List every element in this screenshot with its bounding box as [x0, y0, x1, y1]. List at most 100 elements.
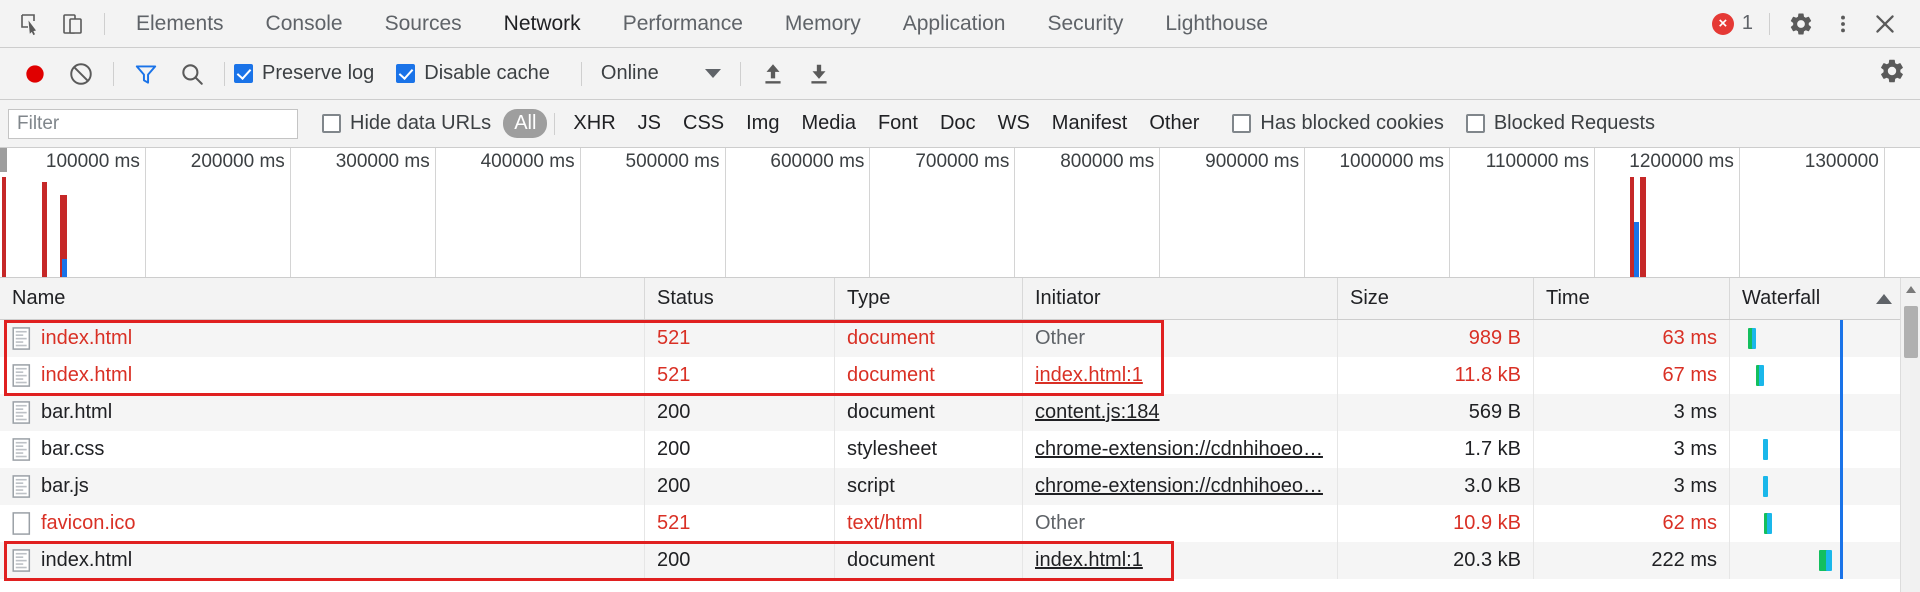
cell-type-label: stylesheet [847, 438, 938, 460]
sort-ascending-icon[interactable] [1876, 293, 1892, 304]
cell-size: 569 B [1338, 394, 1534, 431]
hide-data-urls-label: Hide data URLs [350, 112, 492, 134]
type-filter-js[interactable]: JS [627, 109, 672, 138]
filter-funnel-icon[interactable] [123, 54, 169, 94]
vertical-scrollbar[interactable] [1900, 278, 1920, 592]
tab-network[interactable]: Network [483, 0, 602, 47]
waterfall-event-line [1840, 468, 1843, 505]
table-row[interactable]: index.html 521 document Other 989 B 63 ms [0, 320, 1920, 357]
column-header-initiator[interactable]: Initiator [1023, 278, 1338, 319]
preserve-log-checkbox[interactable]: Preserve log [234, 62, 374, 85]
table-row[interactable]: index.html 521 document index.html:1 11.8 kB… [0, 357, 1920, 394]
cell-name[interactable]: bar.css [0, 431, 645, 468]
cell-waterfall[interactable] [1730, 357, 1920, 394]
cell-waterfall[interactable] [1730, 542, 1920, 579]
clear-icon[interactable] [58, 54, 104, 94]
type-filter-other[interactable]: Other [1138, 109, 1210, 138]
type-filter-media[interactable]: Media [790, 109, 866, 138]
column-header-status[interactable]: Status [645, 278, 835, 319]
type-filter-ws[interactable]: WS [987, 109, 1041, 138]
network-settings-gear-icon[interactable] [1878, 57, 1920, 90]
table-row[interactable]: bar.css 200 stylesheet chrome-extension://c… [0, 431, 1920, 468]
tab-sources[interactable]: Sources [364, 0, 483, 47]
cell-time: 62 ms [1534, 505, 1730, 542]
cell-name[interactable]: favicon.ico [0, 505, 645, 542]
blocked-requests-checkbox[interactable]: Blocked Requests [1465, 112, 1656, 135]
cursor-select-icon[interactable] [10, 4, 52, 44]
cell-waterfall[interactable] [1730, 505, 1920, 542]
type-filter-font[interactable]: Font [867, 109, 929, 138]
table-row[interactable]: index.html 200 document index.html:1 20.3 kB… [0, 542, 1920, 579]
cell-name[interactable]: bar.js [0, 468, 645, 505]
document-file-icon [12, 364, 31, 387]
cell-type-label: document [847, 327, 935, 349]
column-header-time[interactable]: Time [1534, 278, 1730, 319]
cell-waterfall[interactable] [1730, 394, 1920, 431]
hide-data-urls-checkbox[interactable]: Hide data URLs [322, 112, 491, 135]
request-name-label: bar.js [41, 475, 89, 497]
cell-name[interactable]: index.html [0, 357, 645, 394]
type-filter-all[interactable]: All [503, 109, 548, 138]
cell-size-label: 1.7 kB [1464, 438, 1521, 460]
tab-elements[interactable]: Elements [115, 0, 245, 47]
export-har-icon[interactable] [796, 54, 842, 94]
tab-performance[interactable]: Performance [602, 0, 764, 47]
has-blocked-cookies-checkbox[interactable]: Has blocked cookies [1232, 112, 1444, 135]
cell-size-label: 3.0 kB [1464, 475, 1521, 497]
cell-name[interactable]: index.html [0, 320, 645, 357]
cell-initiator[interactable]: chrome-extension://cdnhihoeo… [1023, 468, 1338, 505]
error-badge[interactable]: × 1 [1711, 12, 1753, 35]
cell-waterfall[interactable] [1730, 431, 1920, 468]
column-header-name[interactable]: Name [0, 278, 645, 319]
checkbox-box [1465, 114, 1485, 133]
cell-initiator-label: chrome-extension://cdnhihoeo… [1035, 475, 1323, 497]
cell-initiator[interactable]: index.html:1 [1023, 542, 1338, 579]
cell-initiator[interactable]: chrome-extension://cdnhihoeo… [1023, 431, 1338, 468]
column-header-waterfall[interactable]: Waterfall [1730, 278, 1920, 319]
cell-waterfall[interactable] [1730, 468, 1920, 505]
waterfall-bar [1763, 439, 1768, 460]
tab-console[interactable]: Console [245, 0, 364, 47]
table-body: index.html 521 document Other 989 B 63 ms inde… [0, 320, 1920, 579]
column-header-type[interactable]: Type [835, 278, 1023, 319]
document-file-icon [12, 549, 31, 572]
network-overview-timeline[interactable]: 100000 ms 200000 ms 300000 ms 400000 ms 5000… [0, 148, 1920, 278]
cell-initiator[interactable]: index.html:1 [1023, 357, 1338, 394]
column-header-size[interactable]: Size [1338, 278, 1534, 319]
record-button[interactable] [12, 54, 58, 94]
type-filter-doc[interactable]: Doc [929, 109, 987, 138]
scroll-up-arrow-icon[interactable] [1906, 286, 1916, 293]
device-toggle-icon[interactable] [52, 4, 94, 44]
table-row[interactable]: bar.js 200 script chrome-extension://cdnhih… [0, 468, 1920, 505]
filter-input[interactable] [8, 108, 298, 139]
scrollbar-thumb[interactable] [1904, 306, 1918, 358]
cell-time-label: 3 ms [1673, 438, 1717, 460]
cell-name[interactable]: index.html [0, 542, 645, 579]
import-har-icon[interactable] [750, 54, 796, 94]
kebab-menu-icon[interactable] [1822, 4, 1864, 44]
tab-label: Lighthouse [1165, 11, 1269, 35]
cell-name[interactable]: bar.html [0, 394, 645, 431]
close-icon[interactable] [1864, 4, 1906, 44]
cell-initiator[interactable]: content.js:184 [1023, 394, 1338, 431]
tab-application[interactable]: Application [882, 0, 1027, 47]
throttling-dropdown[interactable]: Online [591, 62, 731, 85]
tab-memory[interactable]: Memory [764, 0, 882, 47]
search-icon[interactable] [169, 54, 215, 94]
blocked-requests-label: Blocked Requests [1493, 112, 1656, 134]
type-filter-img[interactable]: Img [735, 109, 790, 138]
disable-cache-checkbox[interactable]: Disable cache [396, 62, 550, 85]
type-filter-manifest[interactable]: Manifest [1041, 109, 1139, 138]
cell-waterfall[interactable] [1730, 320, 1920, 357]
tab-security[interactable]: Security [1026, 0, 1144, 47]
cell-initiator-label: index.html:1 [1035, 549, 1143, 571]
column-header-label: Size [1350, 287, 1389, 309]
type-filter-xhr[interactable]: XHR [562, 109, 626, 138]
table-row[interactable]: favicon.ico 521 text/html Other 10.9 kB 62 ms [0, 505, 1920, 542]
gear-icon[interactable] [1780, 4, 1822, 44]
tab-lighthouse[interactable]: Lighthouse [1144, 0, 1289, 47]
network-request-table: Name Status Type Initiator Size Time Waterfall… [0, 278, 1920, 592]
table-row[interactable]: bar.html 200 document content.js:184 569 B 3 … [0, 394, 1920, 431]
cell-status: 200 [645, 394, 835, 431]
type-filter-css[interactable]: CSS [672, 109, 735, 138]
